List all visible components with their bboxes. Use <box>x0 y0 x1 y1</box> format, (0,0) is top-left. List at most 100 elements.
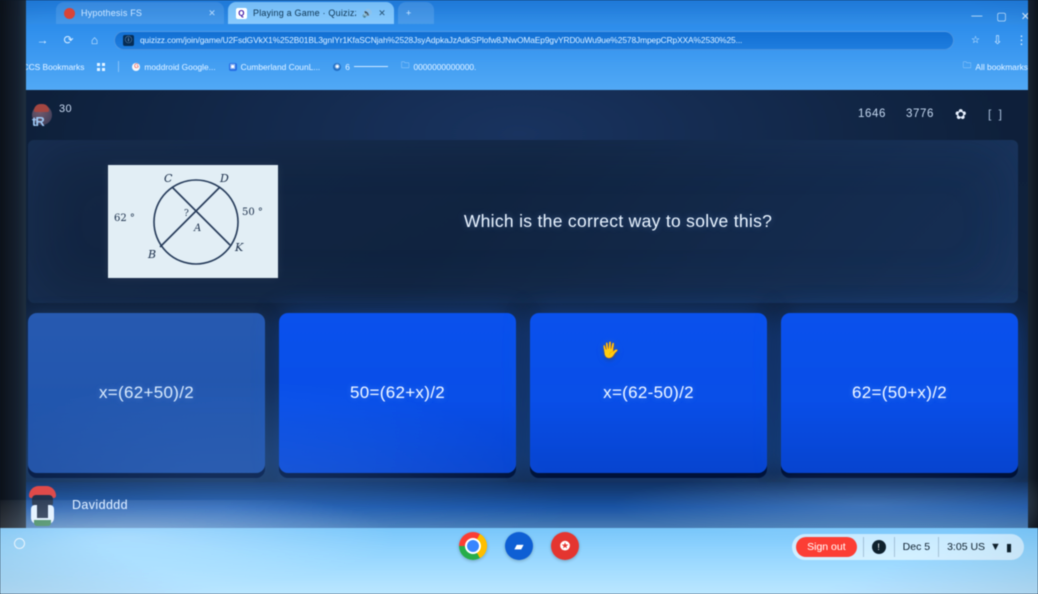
blue-app-glyph: ▰ <box>514 540 524 553</box>
question-prompt: Which is the correct way to solve this? <box>463 211 773 231</box>
tray-date[interactable]: Dec 5 <box>893 537 938 557</box>
bookmarks-bar: 🗀 CCS Bookmarks G moddroid Google... ▣ C… <box>0 56 1038 77</box>
folder-icon: 🗀 <box>962 59 972 70</box>
folder-icon: 🗀 <box>400 59 410 70</box>
total-points-value: 3776 <box>906 108 934 120</box>
screen-bezel-left <box>0 0 26 528</box>
sign-out-button[interactable]: Sign out <box>796 537 857 557</box>
bookmark-label: moddroid Google... <box>144 61 216 72</box>
answer-option-4[interactable]: 62=(50+x)/2 <box>781 313 1018 473</box>
player-avatar <box>26 484 60 526</box>
blue-app-icon[interactable]: ▰ <box>505 532 533 560</box>
screen-bezel-right <box>1028 0 1038 528</box>
answer-label: x=(62+50)/2 <box>99 383 194 402</box>
player-bar: Davidddd <box>0 482 1038 528</box>
fullscreen-icon[interactable]: [ ] <box>988 107 1004 121</box>
game-top-bar: 30 tR 1646 3776 ✿ [ ] <box>0 90 1038 138</box>
tab-quizizz[interactable]: Q Playing a Game · Quizizz 🔊 ✕ <box>228 2 394 24</box>
streak-count: 30 <box>59 103 73 115</box>
tab-title: Playing a Game · Quizizz <box>253 8 357 18</box>
blue-square-icon: ▣ <box>228 62 237 71</box>
score-value: 1646 <box>858 108 886 120</box>
screen-photo: Hypothesis FS ✕ Q Playing a Game · Quizi… <box>0 0 1038 594</box>
svg-text:50 °: 50 ° <box>242 207 263 218</box>
svg-text:D: D <box>219 172 229 185</box>
close-icon[interactable]: ✕ <box>378 8 386 19</box>
tray-info[interactable]: ! <box>862 537 894 557</box>
home-icon[interactable]: ⌂ <box>88 33 101 47</box>
player-name: Davidddd <box>72 498 129 512</box>
gear-icon[interactable]: ✿ <box>954 106 968 122</box>
answer-options: x=(62+50)/2 50=(62+x)/2 🖐 x=(62-50)/2 62… <box>28 313 1018 473</box>
system-tray[interactable]: Sign out ! Dec 5 3:05 US ▼ ▮ <box>792 534 1024 560</box>
forward-icon[interactable]: → <box>36 33 49 47</box>
apps-grid-icon <box>97 62 106 71</box>
svg-text:K: K <box>234 241 244 254</box>
launcher-icon[interactable] <box>14 538 25 549</box>
svg-text:62 °: 62 ° <box>114 213 135 224</box>
new-tab-label: + <box>406 8 412 18</box>
quizizz-game-page: 30 tR 1646 3776 ✿ [ ] C D B K A ? 62 ° 5… <box>0 90 1038 528</box>
svg-text:?: ? <box>184 209 189 219</box>
answer-option-1[interactable]: x=(62+50)/2 <box>28 313 265 473</box>
date-label: Dec 5 <box>902 541 931 553</box>
bookmark-label: 0000000000000. <box>413 61 477 72</box>
sign-out-label: Sign out <box>807 541 846 553</box>
battery-icon: ▮ <box>1005 541 1012 554</box>
bookmark-label: 6 <box>345 61 350 72</box>
answer-label: 62=(50+x)/2 <box>852 383 947 402</box>
answer-option-3[interactable]: 🖐 x=(62-50)/2 <box>530 313 767 473</box>
tray-status[interactable]: 3:05 US ▼ ▮ <box>938 537 1020 557</box>
red-app-icon[interactable]: ✪ <box>551 532 579 560</box>
bookmark-star-icon[interactable]: ☆ <box>971 35 980 46</box>
omnibox-actions: ☆ ⇩ ⋮ <box>971 33 1028 47</box>
tab-new[interactable]: + <box>398 2 434 24</box>
favicon-quizizz-icon: Q <box>236 7 247 19</box>
avatar-badge: tR <box>32 114 45 129</box>
bookmark-label-redaction <box>353 66 388 67</box>
bookmark-zeros[interactable]: 🗀 0000000000000. <box>401 60 476 74</box>
maximize-icon[interactable]: ▢ <box>996 10 1006 23</box>
bookmark-separator <box>118 61 120 72</box>
bookmark-six[interactable]: ◉ 6 <box>333 62 388 72</box>
tab-strip: Hypothesis FS ✕ Q Playing a Game · Quizi… <box>0 0 1038 24</box>
bookmark-cumberland[interactable]: ▣ Cumberland CounL... <box>228 61 321 72</box>
question-card: C D B K A ? 62 ° 50 ° Which is the corre… <box>28 140 1018 303</box>
favicon-generic-red-icon <box>64 7 75 19</box>
tab-hypothesis[interactable]: Hypothesis FS ✕ <box>56 2 224 24</box>
install-app-icon[interactable]: ⇩ <box>991 33 1004 47</box>
all-bookmarks-button[interactable]: 🗀 All bookmarks <box>963 60 1028 74</box>
browser-chrome: Hypothesis FS ✕ Q Playing a Game · Quizi… <box>0 0 1038 90</box>
navigation-bar: ← → ⟳ ⌂ ⓘ quizizz.com/join/game/U2FsdGVk… <box>0 24 1038 56</box>
page-info-icon[interactable]: ⓘ <box>123 34 134 46</box>
shelf-app-icons: ▰ ✪ <box>459 532 579 560</box>
red-app-glyph: ✪ <box>559 539 571 553</box>
svg-text:B: B <box>147 248 156 261</box>
pointing-hand-cursor-icon: 🖐 <box>600 342 620 359</box>
minimize-icon[interactable]: — <box>971 10 982 23</box>
tab-title: Hypothesis FS <box>81 8 143 18</box>
bookmark-moddroid[interactable]: G moddroid Google... <box>132 61 216 72</box>
time-label: 3:05 US <box>947 541 986 553</box>
bookmark-apps-grid[interactable] <box>97 62 106 71</box>
bookmark-label: CCS Bookmarks <box>22 61 85 72</box>
answer-label: 50=(62+x)/2 <box>350 383 445 402</box>
window-controls: — ▢ ✕ <box>971 10 1030 23</box>
browser-menu-icon[interactable]: ⋮ <box>1015 33 1028 47</box>
close-icon[interactable]: ✕ <box>208 8 216 19</box>
address-bar[interactable]: ⓘ quizizz.com/join/game/U2FsdGVkX1%252B0… <box>114 30 955 50</box>
chrome-icon[interactable] <box>459 532 487 560</box>
globe-icon: ◉ <box>333 62 342 71</box>
bookmark-label: Cumberland CounL... <box>240 61 321 72</box>
svg-text:C: C <box>164 172 173 185</box>
audio-playing-icon[interactable]: 🔊 <box>362 9 372 18</box>
game-stats: 1646 3776 ✿ [ ] <box>858 106 1004 122</box>
url-text: quizizz.com/join/game/U2FsdGVkX1%252B01B… <box>140 35 743 45</box>
reload-icon[interactable]: ⟳ <box>62 33 75 47</box>
info-icon: ! <box>871 540 886 554</box>
answer-option-2[interactable]: 50=(62+x)/2 <box>279 313 516 473</box>
wifi-icon: ▼ <box>990 541 1001 553</box>
svg-text:A: A <box>193 223 201 234</box>
answer-label: x=(62-50)/2 <box>603 383 694 402</box>
chromeos-shelf: ▰ ✪ Sign out ! Dec 5 3:05 US ▼ ▮ <box>0 528 1038 594</box>
